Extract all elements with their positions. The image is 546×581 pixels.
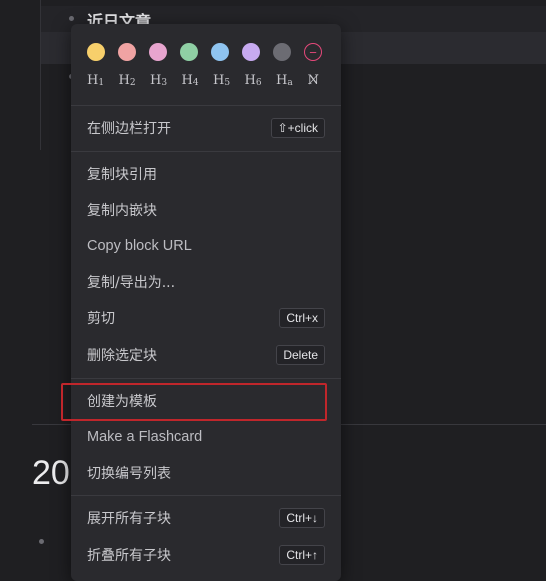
color-swatch-red[interactable] [118, 43, 136, 61]
menu-divider [71, 495, 341, 496]
year-heading: 20 [32, 454, 70, 492]
shortcut-badge: Ctrl+x [279, 308, 325, 328]
shortcut-badge: Ctrl+↓ [279, 508, 325, 528]
copy-block-url-item[interactable]: Copy block URL [71, 231, 341, 261]
menu-divider [71, 105, 341, 106]
copy-export-item[interactable]: 复制/导出为... [71, 267, 341, 297]
delete-block-item[interactable]: 删除选定块 Delete [71, 340, 341, 370]
heading-6-button[interactable]: H6 [245, 73, 277, 88]
toggle-numbered-list-item[interactable]: 切换编号列表 [71, 458, 341, 488]
block-bullet[interactable] [69, 16, 74, 21]
copy-block-ref-item[interactable]: 复制块引用 [71, 159, 341, 189]
color-swatch-gray[interactable] [273, 43, 291, 61]
clear-heading-icon[interactable]: N̸ [308, 73, 340, 88]
copy-block-embed-item[interactable]: 复制内嵌块 [71, 195, 341, 225]
color-swatch-green[interactable] [180, 43, 198, 61]
expand-all-item[interactable]: 展开所有子块 Ctrl+↓ [71, 503, 341, 533]
clear-color-icon[interactable]: − [304, 43, 322, 61]
block-context-menu: − H1 H2 H3 H4 H5 H6 Ha N̸ 在侧边栏打开 ⇧+click… [71, 24, 341, 581]
block-bullet[interactable] [39, 539, 44, 544]
cut-item[interactable]: 剪切 Ctrl+x [71, 303, 341, 333]
make-template-item[interactable]: 创建为模板 [71, 386, 341, 416]
shortcut-badge: Ctrl+↑ [279, 545, 325, 565]
collapse-all-item[interactable]: 折叠所有子块 Ctrl+↑ [71, 540, 341, 570]
menu-divider [71, 378, 341, 379]
menu-divider [71, 151, 341, 152]
heading-buttons: H1 H2 H3 H4 H5 H6 Ha N̸ [87, 73, 339, 88]
heading-auto-button[interactable]: Ha [276, 73, 308, 88]
open-in-sidebar-item[interactable]: 在侧边栏打开 ⇧+click [71, 113, 341, 143]
heading-4-button[interactable]: H4 [182, 73, 214, 88]
heading-1-button[interactable]: H1 [87, 73, 119, 88]
color-swatch-blue[interactable] [211, 43, 229, 61]
color-swatch-yellow[interactable] [87, 43, 105, 61]
heading-5-button[interactable]: H5 [213, 73, 245, 88]
color-swatches: − [87, 43, 322, 61]
color-swatch-purple[interactable] [242, 43, 260, 61]
heading-2-button[interactable]: H2 [119, 73, 151, 88]
heading-3-button[interactable]: H3 [150, 73, 182, 88]
shortcut-badge: Delete [276, 345, 325, 365]
color-swatch-pink[interactable] [149, 43, 167, 61]
shortcut-badge: ⇧+click [270, 118, 325, 138]
make-flashcard-item[interactable]: Make a Flashcard [71, 422, 341, 452]
